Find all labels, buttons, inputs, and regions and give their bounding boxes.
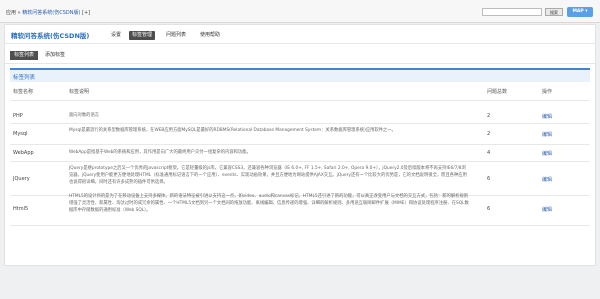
question-count: 6	[487, 176, 491, 182]
top-bar: 应用 » 精软问答系统(伤CSDN版) [+] 搜索 MAP ▾	[0, 0, 600, 23]
question-count: 2	[487, 113, 491, 119]
question-count: 6	[487, 206, 491, 212]
row-divider	[10, 144, 590, 145]
map-button[interactable]: MAP ▾	[567, 7, 593, 17]
tag-name: WebApp	[13, 150, 34, 156]
nav-tag-management[interactable]: 标签管理	[129, 31, 156, 40]
breadcrumb-suffix[interactable]: [+]	[80, 10, 90, 16]
row-divider	[10, 225, 590, 226]
search-button[interactable]: 搜索	[545, 8, 563, 16]
column-header-desc: 标签说明	[69, 89, 90, 95]
nav-settings[interactable]: 设置	[111, 31, 121, 40]
breadcrumb: 应用 » 精软问答系统(伤CSDN版) [+]	[6, 9, 90, 16]
row-divider	[10, 123, 590, 124]
row-divider	[10, 161, 590, 162]
row-divider	[10, 100, 590, 101]
main-panel: 精软问答系统(伤CSDN版) 设置 标签管理 问题列表 使用帮助 标签列表 添加…	[4, 24, 596, 284]
divider	[5, 63, 595, 64]
breadcrumb-link[interactable]: 精软问答系统(伤CSDN版)	[22, 10, 80, 16]
tag-description: JQuery是继prototype之后又一个优秀的Javascript框架。它是…	[69, 166, 467, 185]
tag-name: Mysql	[13, 131, 28, 137]
tag-description: Mysql是最流行的关系型数据库管理系统，在WEB应用方面MySQL是最好的RD…	[69, 128, 396, 133]
divider	[5, 43, 595, 44]
question-count: 4	[487, 150, 491, 156]
edit-link[interactable]: 编辑	[542, 131, 552, 138]
tab-tag-list[interactable]: 标签列表	[10, 51, 39, 60]
edit-link[interactable]: 编辑	[542, 206, 552, 213]
list-header-title: 标签列表	[13, 75, 36, 81]
tag-name: JQuery	[13, 176, 30, 182]
app-title: 精软问答系统(伤CSDN版)	[11, 32, 90, 40]
tag-name: PHP	[13, 113, 23, 119]
edit-link[interactable]: 编辑	[542, 113, 552, 120]
nav-question-list[interactable]: 问题列表	[166, 31, 186, 40]
column-header-name: 标签名称	[13, 89, 34, 95]
tag-name: Html5	[13, 206, 29, 212]
column-header-count: 问题总数	[487, 89, 508, 95]
tab-add-tag[interactable]: 添加标签	[45, 51, 65, 60]
tag-description: WebApp是指基于Web的系统和应用，其作用是向广大的最终用户交付一组复杂的内…	[69, 150, 251, 155]
question-count: 2	[487, 131, 491, 137]
list-header: 标签列表	[10, 68, 590, 82]
nav-help[interactable]: 使用帮助	[200, 31, 220, 40]
breadcrumb-prefix: 应用 »	[6, 10, 23, 16]
edit-link[interactable]: 编辑	[542, 176, 552, 183]
edit-link[interactable]: 编辑	[542, 150, 552, 157]
column-header-action: 操作	[542, 89, 553, 95]
tag-description: 面向对象的语言	[69, 113, 100, 118]
tag-description: HTML5的设计目的是为了在移动设备上支持多媒体。新的语法特征被引进以支持这一点…	[69, 194, 469, 213]
page-footer-area	[0, 268, 600, 299]
search-input[interactable]	[482, 8, 542, 16]
